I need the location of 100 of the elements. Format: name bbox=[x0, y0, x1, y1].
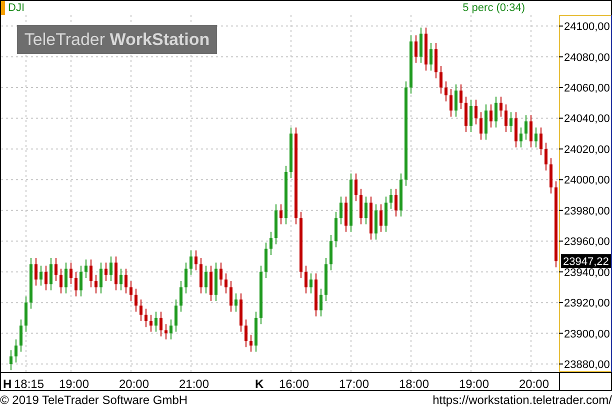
candlestick bbox=[460, 84, 462, 110]
candlestick bbox=[164, 324, 168, 340]
candlestick bbox=[394, 188, 398, 218]
y-axis-label: 23920,00 bbox=[564, 298, 610, 310]
candlestick bbox=[324, 258, 328, 302]
candlestick bbox=[20, 318, 22, 352]
y-axis-label: 24000,00 bbox=[564, 174, 610, 187]
candlestick bbox=[340, 196, 342, 225]
candlestick bbox=[400, 173, 402, 218]
candlestick bbox=[184, 262, 188, 294]
x-axis-label: 19:00 bbox=[458, 376, 490, 393]
x-axis-label: 18:00 bbox=[398, 376, 430, 393]
candlestick bbox=[380, 204, 382, 232]
copyright-text: © 2019 TeleTrader Software GmbH bbox=[0, 392, 188, 409]
candlestick bbox=[350, 173, 352, 232]
y-axis-tick bbox=[558, 148, 564, 150]
candlestick bbox=[260, 265, 262, 325]
candlestick bbox=[280, 204, 282, 225]
candlestick bbox=[130, 280, 132, 302]
candlestick bbox=[214, 262, 218, 302]
x-axis-label: 21:00 bbox=[178, 376, 210, 393]
y-axis-tick bbox=[558, 87, 564, 88]
candlestick bbox=[180, 280, 182, 312]
y-axis-label: 24100,00 bbox=[564, 21, 610, 34]
y-axis-label: 24060,00 bbox=[564, 82, 610, 94]
candlestick bbox=[364, 196, 368, 225]
candlestick bbox=[474, 99, 478, 125]
candlestick bbox=[104, 262, 108, 282]
candlestick bbox=[70, 262, 72, 285]
candlestick bbox=[420, 27, 422, 64]
candlestick bbox=[170, 318, 172, 340]
candlestick bbox=[470, 99, 472, 133]
candlestick bbox=[254, 311, 258, 352]
candlestick bbox=[14, 338, 18, 363]
candlestick bbox=[480, 112, 482, 140]
candlestick bbox=[90, 259, 92, 288]
candlestick bbox=[430, 42, 432, 72]
y-axis-label: 23940,00 bbox=[564, 266, 610, 279]
candlestick bbox=[544, 142, 548, 171]
candlestick bbox=[520, 126, 522, 148]
candlestick bbox=[200, 258, 202, 294]
y-axis-tick bbox=[558, 26, 564, 27]
candlestick bbox=[150, 314, 152, 332]
candlestick bbox=[444, 80, 448, 102]
candlestick bbox=[514, 112, 518, 148]
candlestick bbox=[354, 173, 358, 202]
symbol-label: DJI bbox=[8, 0, 24, 16]
candlestick bbox=[524, 114, 528, 140]
candlestick bbox=[224, 272, 228, 294]
y-axis-label: 24080,00 bbox=[564, 52, 610, 64]
candlestick bbox=[100, 262, 102, 294]
y-axis-tick bbox=[558, 302, 564, 304]
y-axis-label: 23960,00 bbox=[564, 236, 610, 248]
x-axis-label: 20:00 bbox=[518, 376, 550, 393]
candlestick bbox=[220, 262, 222, 286]
candlestick bbox=[244, 318, 248, 348]
candlestick bbox=[500, 96, 502, 118]
candlestick bbox=[154, 311, 158, 332]
candlestick bbox=[424, 27, 428, 72]
symbol-marker-icon bbox=[1, 1, 5, 15]
x-axis-label: 19:00 bbox=[58, 376, 90, 393]
candlestick bbox=[534, 126, 538, 148]
candlestick bbox=[450, 88, 452, 118]
candlestick bbox=[504, 104, 508, 133]
y-axis-label: 23900,00 bbox=[564, 328, 610, 340]
candlestick bbox=[374, 204, 378, 240]
candlestick bbox=[80, 265, 82, 297]
interval-label: 5 perc (0:34) bbox=[462, 0, 525, 16]
website-link[interactable]: https://workstation.teletrader.com/ bbox=[432, 391, 612, 409]
candlestick bbox=[194, 250, 198, 271]
candlestick bbox=[304, 265, 308, 294]
candlestick bbox=[134, 288, 138, 312]
candlestick bbox=[344, 196, 348, 232]
candlestick bbox=[464, 96, 468, 133]
candlestick bbox=[110, 256, 112, 282]
candlestick bbox=[434, 42, 438, 79]
y-axis-tick bbox=[558, 210, 564, 211]
candlestick bbox=[144, 308, 148, 328]
candlestick bbox=[204, 265, 208, 294]
candlestick bbox=[50, 258, 52, 291]
candlestick bbox=[310, 272, 312, 294]
candlestick bbox=[530, 114, 532, 148]
candlestick bbox=[360, 188, 362, 225]
candlestick bbox=[290, 126, 292, 179]
candlestick bbox=[440, 66, 442, 94]
candlestick bbox=[74, 271, 78, 297]
candlestick bbox=[30, 258, 32, 310]
candlestick bbox=[230, 280, 232, 312]
y-axis-tick bbox=[558, 240, 564, 242]
candlestick bbox=[410, 34, 412, 94]
candlestick bbox=[120, 268, 122, 291]
x-axis-label: 18:15 bbox=[14, 376, 44, 393]
candlestick bbox=[284, 165, 288, 225]
y-axis-label: 23880,00 bbox=[564, 359, 610, 371]
y-axis-tick bbox=[558, 56, 564, 58]
x-axis-label: 17:00 bbox=[338, 376, 370, 393]
candlestick bbox=[84, 259, 88, 278]
candlestick bbox=[510, 112, 512, 133]
candlestick bbox=[114, 256, 118, 291]
candlestick bbox=[10, 350, 12, 371]
